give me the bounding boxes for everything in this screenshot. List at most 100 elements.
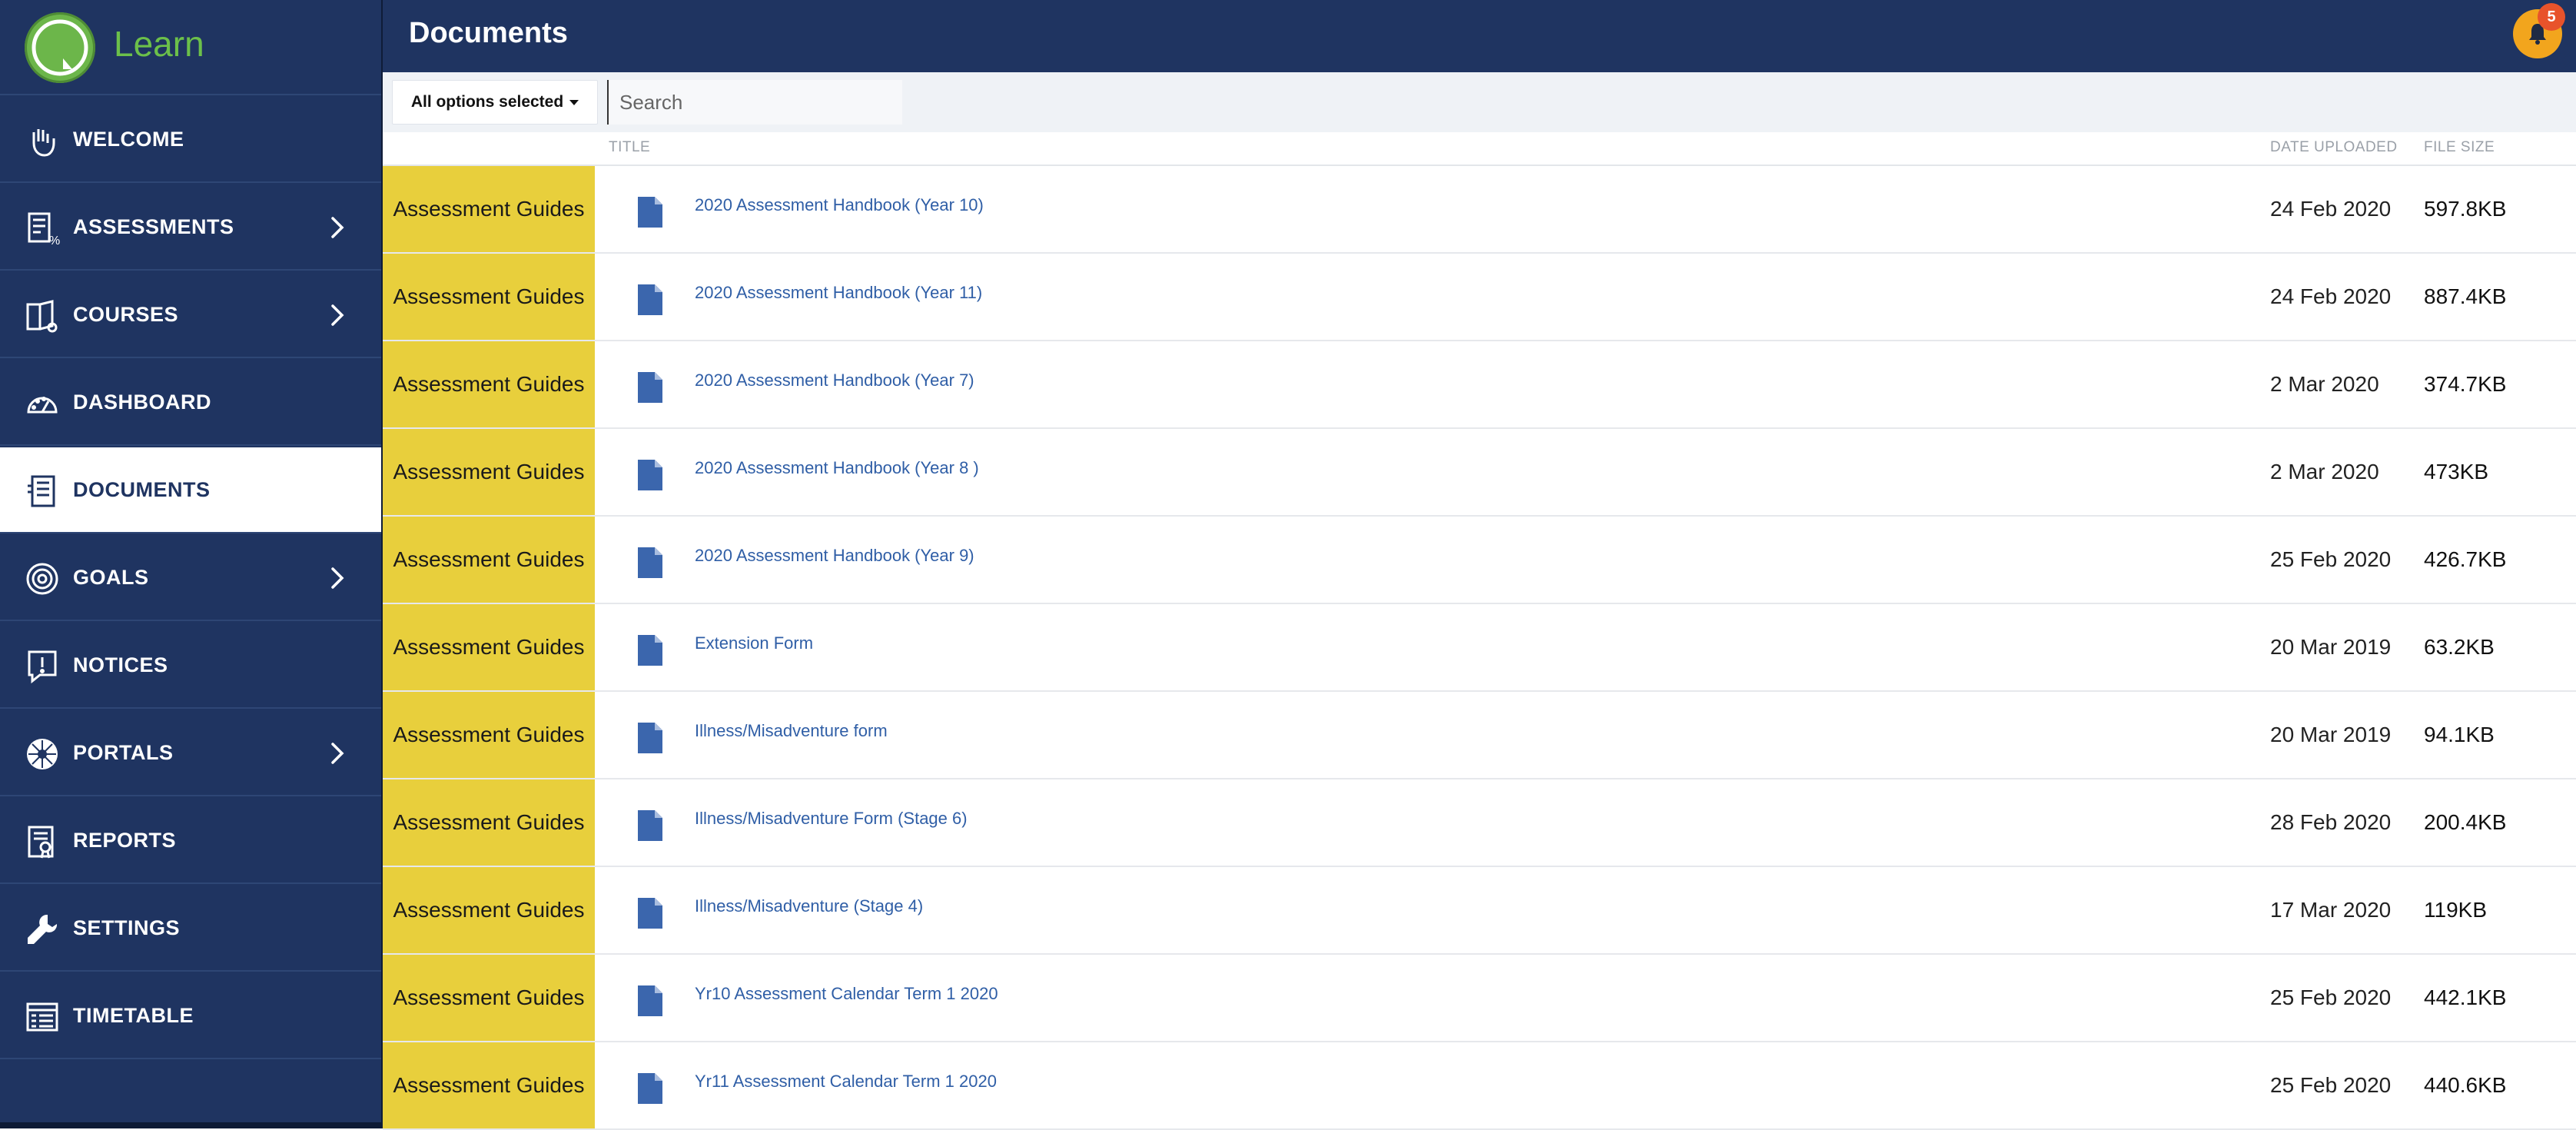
sidebar-item-reports[interactable]: REPORTS — [0, 798, 381, 884]
notice-icon — [25, 649, 60, 684]
sidebar-item-welcome[interactable]: WELCOME — [0, 97, 381, 183]
sidebar-item-label: NOTICES — [73, 653, 168, 676]
sidebar-item-label: COURSES — [73, 303, 179, 326]
document-file-icon[interactable] — [636, 195, 664, 229]
sidebar-item-dashboard[interactable]: DASHBOARD — [0, 360, 381, 446]
file-size: 119KB — [2424, 898, 2487, 922]
page-title: Documents — [409, 17, 568, 49]
date-uploaded: 20 Mar 2019 — [2270, 635, 2392, 659]
table-row: Assessment Guides 2020 Assessment Handboo… — [383, 429, 2576, 517]
sidebar-item-documents[interactable]: DOCUMENTS — [0, 447, 381, 533]
document-link[interactable]: Illness/Misadventure Form (Stage 6) — [695, 809, 968, 829]
document-link[interactable]: 2020 Assessment Handbook (Year 8 ) — [695, 458, 979, 478]
document-file-icon[interactable] — [636, 896, 664, 930]
chevron-right-icon[interactable] — [329, 215, 346, 240]
document-file-icon[interactable] — [636, 458, 664, 492]
table-row: Assessment Guides Extension Form 20 Mar 20… — [383, 604, 2576, 692]
chevron-right-icon[interactable] — [329, 303, 346, 327]
table-row: Assessment Guides 2020 Assessment Handboo… — [383, 517, 2576, 604]
date-uploaded: 25 Feb 2020 — [2270, 547, 2392, 571]
brand-name: Learn — [114, 24, 204, 64]
brand[interactable]: Learn — [0, 0, 381, 95]
document-file-icon[interactable] — [636, 283, 664, 317]
column-header-date[interactable]: DATE UPLOADED — [2270, 132, 2398, 166]
sidebar-item-notices[interactable]: NOTICES — [0, 623, 381, 709]
file-size: 887.4KB — [2424, 284, 2507, 308]
gauge-icon — [25, 386, 60, 421]
timetable-icon — [25, 999, 60, 1035]
document-link[interactable]: 2020 Assessment Handbook (Year 7) — [695, 371, 974, 391]
category-filter-dropdown[interactable]: All options selected — [392, 80, 598, 125]
notification-badge: 5 — [2538, 3, 2565, 31]
file-size: 94.1KB — [2424, 723, 2495, 746]
table-row: Assessment Guides Yr11 Assessment Calenda… — [383, 1042, 2576, 1130]
logo-icon — [25, 12, 95, 83]
sidebar-item-label: DOCUMENTS — [73, 478, 211, 501]
date-uploaded: 25 Feb 2020 — [2270, 985, 2392, 1009]
notifications-button[interactable]: 5 — [2513, 3, 2565, 58]
chevron-right-icon[interactable] — [329, 741, 346, 766]
category-filter-label: All options selected — [410, 93, 564, 111]
document-file-icon[interactable] — [636, 809, 664, 843]
report-icon — [25, 824, 60, 859]
portal-icon — [25, 736, 60, 772]
sidebar-item-courses[interactable]: COURSES — [0, 272, 381, 358]
chevron-right-icon[interactable] — [329, 566, 346, 590]
sidebar-footer — [0, 1122, 381, 1128]
file-size: 426.7KB — [2424, 547, 2507, 571]
category-badge: Assessment Guides — [383, 692, 595, 778]
sidebar-item-settings[interactable]: SETTINGS — [0, 886, 381, 972]
sidebar: Learn WELCOME% ASSESSMENTS COURSES DASHBOAR… — [0, 0, 383, 1128]
date-uploaded: 2 Mar 2020 — [2270, 460, 2379, 484]
category-badge: Assessment Guides — [383, 517, 595, 603]
category-badge: Assessment Guides — [383, 166, 595, 252]
document-file-icon[interactable] — [636, 721, 664, 755]
table-row: Assessment Guides Illness/Misadventure fo… — [383, 692, 2576, 779]
category-badge: Assessment Guides — [383, 429, 595, 515]
document-link[interactable]: 2020 Assessment Handbook (Year 10) — [695, 195, 984, 215]
sidebar-item-portals[interactable]: PORTALS — [0, 710, 381, 796]
table-row: Assessment Guides 2020 Assessment Handboo… — [383, 341, 2576, 429]
document-file-icon[interactable] — [636, 371, 664, 404]
sidebar-item-timetable[interactable]: TIMETABLE — [0, 973, 381, 1059]
document-link[interactable]: Illness/Misadventure (Stage 4) — [695, 896, 923, 916]
column-header-size[interactable]: FILE SIZE — [2424, 132, 2495, 166]
sidebar-item-assessments[interactable]: % ASSESSMENTS — [0, 184, 381, 271]
category-badge: Assessment Guides — [383, 341, 595, 427]
document-link[interactable]: 2020 Assessment Handbook (Year 11) — [695, 283, 982, 303]
table-row: Assessment Guides Illness/Misadventure (S… — [383, 867, 2576, 955]
date-uploaded: 20 Mar 2019 — [2270, 723, 2392, 746]
date-uploaded: 24 Feb 2020 — [2270, 197, 2392, 221]
sidebar-item-goals[interactable]: GOALS — [0, 535, 381, 621]
date-uploaded: 24 Feb 2020 — [2270, 284, 2392, 308]
file-size: 597.8KB — [2424, 197, 2507, 221]
document-file-icon[interactable] — [636, 633, 664, 667]
document-file-icon[interactable] — [636, 984, 664, 1018]
column-header-title[interactable]: TITLE — [609, 132, 650, 166]
table-row: Assessment Guides 2020 Assessment Handboo… — [383, 254, 2576, 341]
category-badge: Assessment Guides — [383, 604, 595, 690]
sidebar-item-label: ASSESSMENTS — [73, 215, 234, 238]
file-size: 63.2KB — [2424, 635, 2495, 659]
file-size: 200.4KB — [2424, 810, 2507, 834]
date-uploaded: 28 Feb 2020 — [2270, 810, 2392, 834]
document-link[interactable]: Extension Form — [695, 633, 813, 653]
document-file-icon[interactable] — [636, 1072, 664, 1105]
document-file-icon[interactable] — [636, 546, 664, 580]
sidebar-item-label: REPORTS — [73, 829, 177, 852]
document-link[interactable]: 2020 Assessment Handbook (Year 9) — [695, 546, 974, 566]
table-row: Assessment Guides Illness/Misadventure Fo… — [383, 779, 2576, 867]
sidebar-item-label: PORTALS — [73, 741, 174, 764]
documents-icon — [25, 474, 60, 509]
category-badge: Assessment Guides — [383, 1042, 595, 1128]
document-link[interactable]: Yr11 Assessment Calendar Term 1 2020 — [695, 1072, 997, 1092]
target-icon — [25, 561, 60, 597]
file-size: 374.7KB — [2424, 372, 2507, 396]
category-badge: Assessment Guides — [383, 867, 595, 953]
document-link[interactable]: Illness/Misadventure form — [695, 721, 888, 741]
book-icon — [25, 298, 60, 334]
filter-bar: All options selected — [383, 72, 2576, 132]
file-size: 442.1KB — [2424, 985, 2507, 1009]
document-link[interactable]: Yr10 Assessment Calendar Term 1 2020 — [695, 984, 998, 1004]
search-input[interactable] — [607, 80, 902, 125]
